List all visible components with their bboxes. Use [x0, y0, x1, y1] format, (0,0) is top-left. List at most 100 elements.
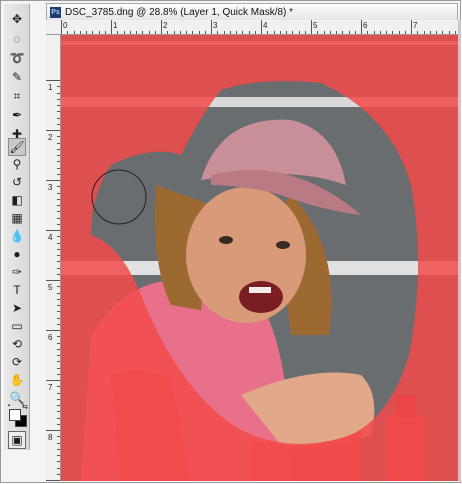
ruler-tick — [198, 31, 200, 34]
move-tool-icon[interactable]: ✥ — [8, 10, 26, 28]
ruler-tick — [398, 31, 400, 34]
ruler-label: 0 — [63, 21, 68, 30]
ruler-tick — [261, 20, 262, 34]
gradient-icon[interactable]: ▦ — [8, 209, 26, 227]
ruler-tick — [142, 31, 144, 34]
ruler-tick — [57, 455, 60, 456]
ruler-tick — [57, 405, 60, 406]
quick-mask-mode-icon[interactable]: ▣ — [8, 431, 26, 449]
pen-icon[interactable]: ✑ — [8, 263, 26, 281]
ruler-tick — [57, 348, 60, 350]
ruler-tick — [329, 31, 331, 34]
vertical-ruler[interactable]: 1 2 3 4 5 6 7 8 — [46, 35, 61, 481]
girl-eye — [276, 241, 290, 249]
ruler-tick — [323, 31, 325, 34]
ruler-tick — [57, 242, 60, 244]
brush-icon[interactable]: 🖌 — [8, 138, 26, 156]
document-tab[interactable]: Ps DSC_3785.dng @ 28.8% (Layer 1, Quick … — [46, 3, 458, 20]
document-title: DSC_3785.dng @ 28.8% (Layer 1, Quick Mas… — [65, 6, 294, 18]
dodge-icon[interactable]: ● — [8, 245, 26, 263]
vertical-scrollbar[interactable] — [458, 20, 461, 481]
horizontal-ruler[interactable]: 0 1 2 3 4 5 6 7 — [46, 20, 458, 35]
ruler-tick — [57, 117, 60, 119]
ruler-tick — [57, 417, 60, 419]
ruler-tick — [46, 330, 60, 331]
ruler-tick — [104, 31, 106, 34]
hand-icon[interactable]: ✋ — [8, 371, 26, 389]
ruler-tick — [57, 305, 60, 306]
ruler-label: 5 — [313, 21, 318, 30]
crop-icon[interactable]: ⌗ — [8, 87, 26, 105]
path-selection-icon[interactable]: ➤ — [8, 299, 26, 317]
ruler-tick — [46, 130, 60, 131]
girl-teeth — [249, 287, 271, 293]
ruler-tick — [223, 31, 225, 34]
ruler-tick — [57, 142, 60, 144]
ruler-tick — [342, 31, 344, 34]
ruler-tick — [411, 20, 412, 34]
ruler-tick — [57, 211, 60, 213]
ruler-tick — [448, 31, 450, 34]
ruler-tick — [367, 31, 369, 34]
ruler-tick — [57, 217, 60, 219]
ruler-tick — [57, 186, 60, 188]
ruler-tick — [129, 31, 131, 34]
3d-orbit-icon[interactable]: ⟳ — [8, 353, 26, 371]
ruler-tick — [292, 31, 294, 34]
swap-colors-icon[interactable]: ⇆ — [22, 403, 28, 411]
ruler-tick — [273, 31, 275, 34]
ruler-tick — [57, 436, 60, 438]
ruler-tick — [254, 31, 256, 34]
ruler-tick — [373, 31, 375, 34]
girl-eye — [219, 236, 233, 244]
ruler-tick — [348, 31, 350, 34]
ruler-label: 3 — [213, 21, 218, 30]
ruler-tick — [354, 31, 356, 34]
ruler-label: 4 — [263, 21, 268, 30]
ruler-tick — [148, 31, 150, 34]
eraser-icon[interactable]: ◧ — [8, 191, 26, 209]
ruler-tick — [57, 98, 60, 100]
ruler-tick — [46, 230, 60, 231]
foreground-color-swatch[interactable] — [9, 409, 21, 421]
ruler-tick — [154, 31, 156, 34]
rectangle-shape-icon[interactable]: ▭ — [8, 317, 26, 335]
ruler-tick — [167, 31, 169, 34]
ruler-tick — [57, 323, 60, 325]
ruler-tick — [386, 31, 387, 34]
ruler-tick — [304, 31, 306, 34]
document-canvas[interactable] — [61, 35, 458, 481]
ruler-label: 3 — [48, 183, 53, 192]
quick-selection-icon[interactable]: ✎ — [8, 68, 26, 86]
ruler-tick — [57, 105, 60, 106]
ruler-tick — [86, 31, 87, 34]
ruler-tick — [179, 31, 181, 34]
ruler-tick — [186, 31, 187, 34]
ruler-tick — [57, 367, 60, 369]
ruler-tick — [57, 248, 60, 250]
type-icon[interactable]: T — [8, 281, 26, 299]
lasso-icon[interactable]: ➰ — [8, 49, 26, 67]
ruler-tick — [57, 236, 60, 238]
ruler-tick — [429, 31, 431, 34]
clone-stamp-icon[interactable]: ⚲ — [8, 155, 26, 173]
ruler-tick — [436, 31, 437, 34]
blur-icon[interactable]: 💧 — [8, 227, 26, 245]
elliptical-marquee-icon[interactable]: ◌ — [8, 30, 26, 48]
ruler-tick — [57, 373, 60, 375]
photo-canvas — [61, 35, 458, 481]
ruler-tick — [57, 398, 60, 400]
ruler-tick — [192, 31, 194, 34]
ps-file-icon: Ps — [50, 6, 61, 18]
ruler-label: 5 — [48, 283, 53, 292]
eyedropper-icon[interactable]: ✒ — [8, 106, 26, 124]
ruler-tick — [57, 467, 60, 469]
ruler-tick — [57, 223, 60, 225]
3d-rotate-icon[interactable]: ⟲ — [8, 335, 26, 353]
ruler-tick — [57, 411, 60, 413]
ruler-tick — [46, 480, 60, 481]
ruler-tick — [454, 31, 456, 34]
ruler-tick — [57, 336, 60, 338]
history-brush-icon[interactable]: ↺ — [8, 173, 26, 191]
girl-mouth — [239, 281, 283, 313]
